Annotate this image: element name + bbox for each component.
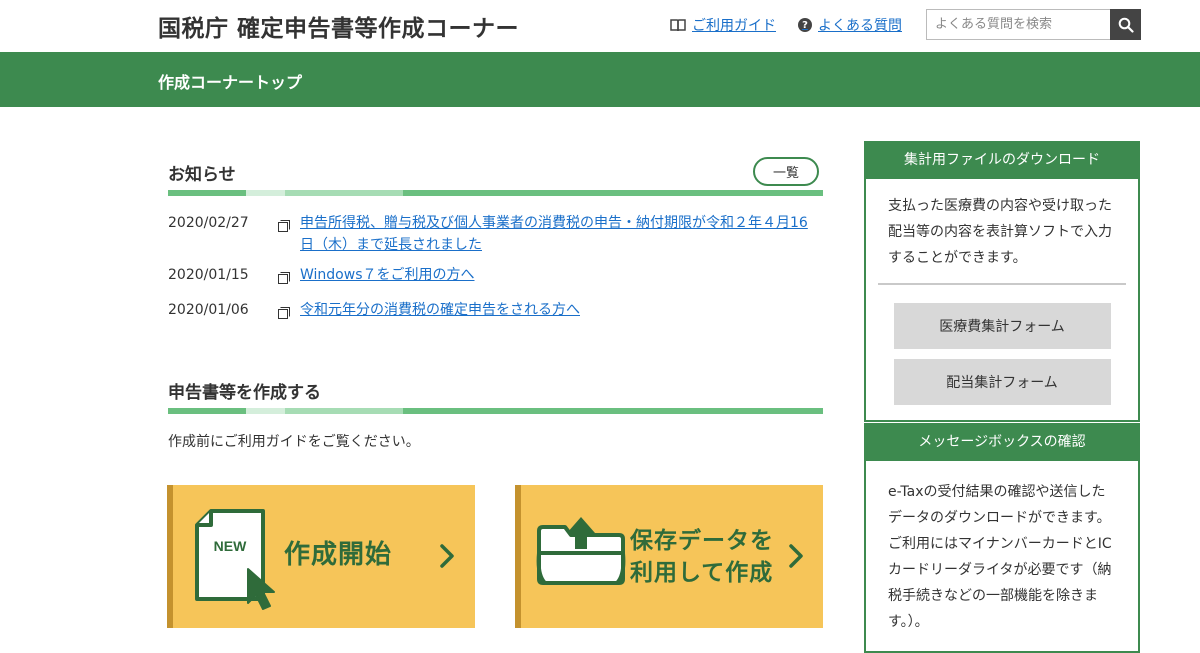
folder-upload-icon	[536, 517, 626, 585]
download-panel: 集計用ファイルのダウンロード 支払った医療費の内容や受け取った配当等の内容を表計…	[864, 141, 1140, 422]
news-link[interactable]: Windows７をご利用の方へ	[300, 264, 818, 291]
news-list: 2020/02/27 申告所得税、贈与税及び個人事業者の消費税の申告・納付期限が…	[168, 212, 818, 334]
news-heading-bar	[168, 190, 823, 196]
create-heading-bar	[168, 408, 823, 414]
medical-form-button[interactable]: 医療費集計フォーム	[893, 303, 1111, 349]
download-description: 支払った医療費の内容や受け取った配当等の内容を表計算ソフトで入力することができま…	[878, 179, 1126, 285]
saved-data-label-line1: 保存データを	[630, 528, 774, 554]
news-date: 2020/01/15	[168, 267, 249, 283]
news-item: 2020/01/15 Windows７をご利用の方へ	[168, 264, 818, 291]
question-icon: ?	[798, 18, 812, 32]
faq-link[interactable]: ? よくある質問	[798, 15, 902, 35]
start-new-card[interactable]: NEW 作成開始	[167, 485, 475, 628]
news-link[interactable]: 申告所得税、贈与税及び個人事業者の消費税の申告・納付期限が令和２年４月16日（木…	[300, 212, 818, 256]
search-input[interactable]	[926, 9, 1110, 40]
news-date: 2020/01/06	[168, 302, 249, 318]
window-icon	[278, 264, 300, 291]
guide-link-label[interactable]: ご利用ガイド	[692, 15, 776, 35]
search-icon	[1118, 17, 1134, 33]
chevron-right-icon	[440, 544, 454, 568]
message-box-panel-title[interactable]: メッセージボックスの確認	[866, 423, 1138, 461]
create-heading: 申告書等を作成する	[168, 383, 321, 403]
news-date: 2020/02/27	[168, 215, 249, 231]
guide-link[interactable]: ご利用ガイド	[670, 15, 776, 35]
faq-link-label[interactable]: よくある質問	[818, 15, 902, 35]
news-link[interactable]: 令和元年分の消費税の確定申告をされる方へ	[300, 299, 818, 326]
site-header: 国税庁 確定申告書等作成コーナー ご利用ガイド ? よくある質問	[0, 0, 1200, 52]
news-item: 2020/02/27 申告所得税、贈与税及び個人事業者の消費税の申告・納付期限が…	[168, 212, 818, 256]
news-list-button[interactable]: 一覧	[753, 157, 819, 186]
window-icon	[278, 212, 300, 256]
dividend-form-button[interactable]: 配当集計フォーム	[893, 359, 1111, 405]
news-item: 2020/01/06 令和元年分の消費税の確定申告をされる方へ	[168, 299, 818, 326]
site-title[interactable]: 国税庁 確定申告書等作成コーナー	[158, 9, 519, 43]
use-saved-data-card[interactable]: 保存データを 利用して作成	[515, 485, 823, 628]
saved-data-label[interactable]: 保存データを 利用して作成	[630, 525, 774, 589]
news-heading: お知らせ	[168, 165, 236, 185]
saved-data-label-line2: 利用して作成	[630, 560, 774, 586]
message-box-description: e-Taxの受付結果の確認や送信したデータのダウンロードができます。ご利用にはマ…	[888, 484, 1112, 630]
search-button[interactable]	[1110, 9, 1141, 40]
new-document-icon: NEW	[195, 509, 275, 610]
download-panel-title: 集計用ファイルのダウンロード	[866, 141, 1138, 179]
page-heading-band: 作成コーナートップ	[0, 52, 1200, 107]
new-badge: NEW	[214, 538, 247, 554]
search-box	[926, 9, 1141, 40]
book-icon	[670, 19, 686, 32]
guide-note: 作成前にご利用ガイドをご覧ください。	[168, 434, 420, 450]
message-box-panel: メッセージボックスの確認 e-Taxの受付結果の確認や送信したデータのダウンロー…	[864, 423, 1140, 653]
window-icon	[278, 299, 300, 326]
chevron-right-icon	[789, 544, 803, 568]
page-title: 作成コーナートップ	[158, 73, 303, 92]
start-new-label[interactable]: 作成開始	[284, 539, 392, 571]
